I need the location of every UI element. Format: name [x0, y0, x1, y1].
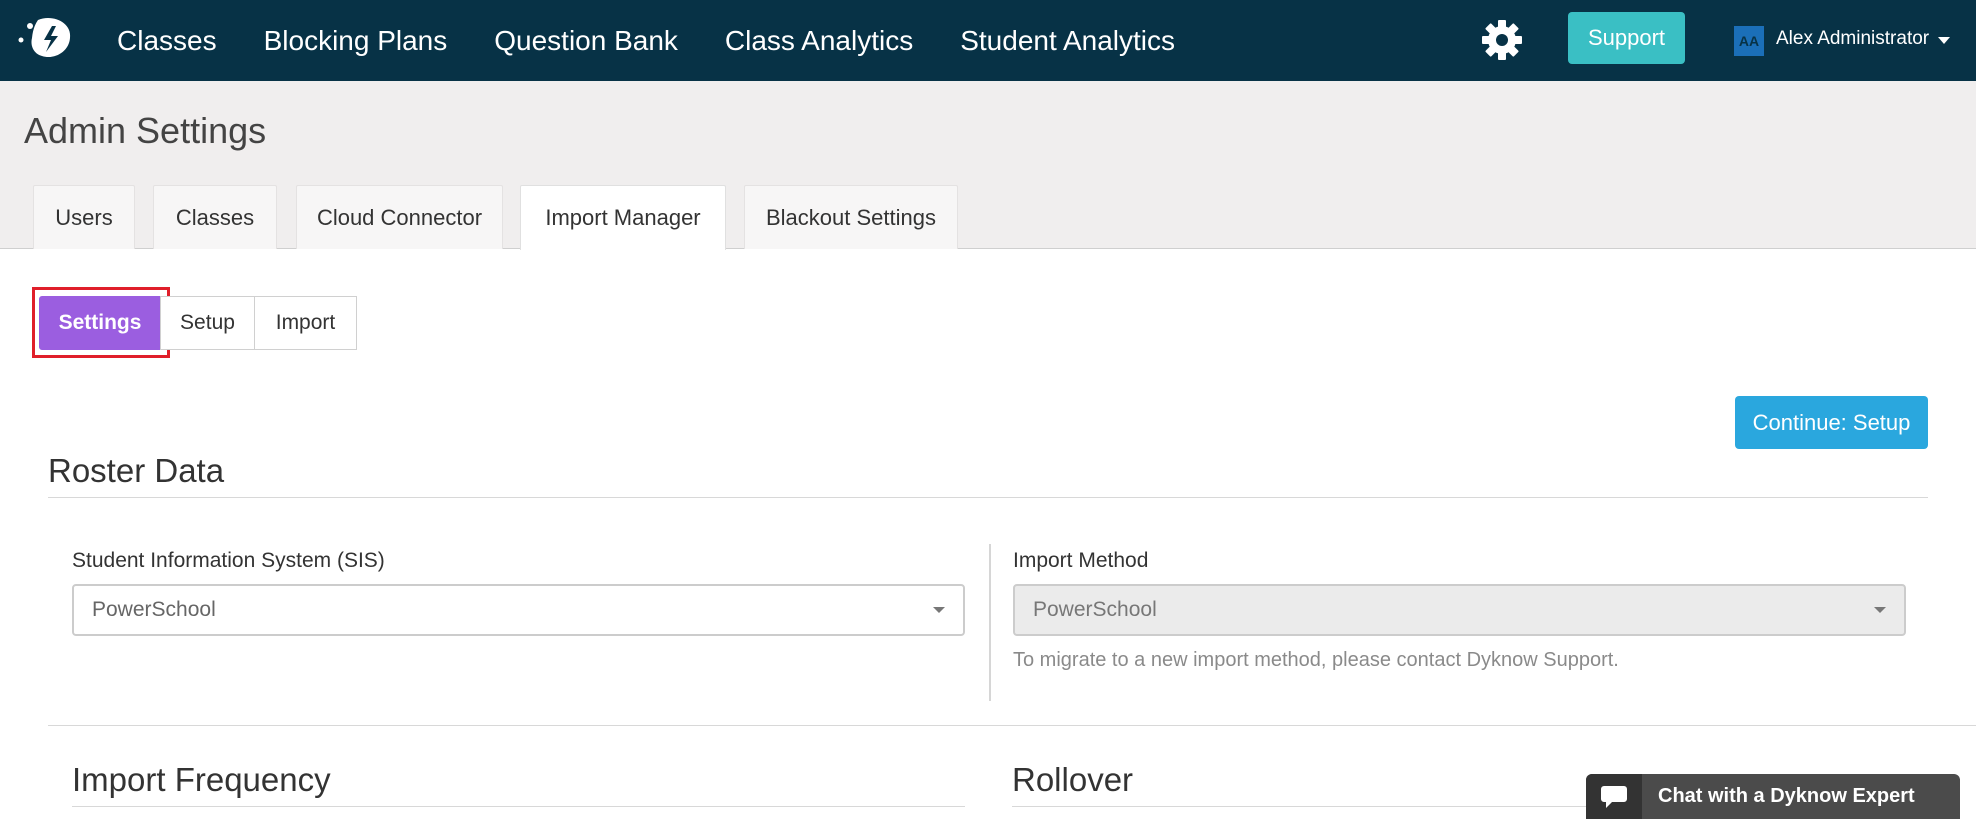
sis-select[interactable]: PowerSchool: [72, 584, 965, 636]
import-method-help: To migrate to a new import method, pleas…: [1013, 649, 1619, 671]
dyknow-logo-icon[interactable]: [18, 14, 74, 64]
section-divider: [48, 497, 1928, 498]
sis-label: Student Information System (SIS): [72, 549, 385, 572]
rollover-title: Rollover: [1012, 761, 1134, 798]
chat-widget[interactable]: Chat with a Dyknow Expert: [1586, 774, 1960, 819]
roster-data-title: Roster Data: [48, 452, 225, 489]
section-divider: [1012, 806, 1592, 807]
section-divider: [48, 725, 1976, 726]
top-navbar: Classes Blocking Plans Question Bank Cla…: [0, 0, 1976, 81]
gear-icon[interactable]: [1480, 18, 1524, 62]
chat-bubble-icon: [1586, 774, 1642, 819]
continue-setup-button[interactable]: Continue: Setup: [1735, 396, 1928, 449]
import-frequency-title: Import Frequency: [72, 761, 331, 798]
section-divider: [72, 806, 965, 807]
sis-select-value: PowerSchool: [92, 598, 216, 621]
nav-student-analytics[interactable]: Student Analytics: [960, 25, 1175, 57]
subtab-setup[interactable]: Setup: [160, 296, 255, 350]
tab-users[interactable]: Users: [33, 185, 135, 249]
nav-class-analytics[interactable]: Class Analytics: [725, 25, 913, 57]
subtab-import[interactable]: Import: [254, 296, 357, 350]
subtab-settings[interactable]: Settings: [39, 296, 161, 350]
tab-classes[interactable]: Classes: [153, 185, 277, 249]
chevron-down-icon: [933, 607, 945, 613]
chevron-down-icon: [1874, 607, 1886, 613]
import-method-select: PowerSchool: [1013, 584, 1906, 636]
import-subtabs: Settings Setup Import: [39, 296, 357, 350]
support-button[interactable]: Support: [1568, 12, 1685, 64]
column-divider: [989, 544, 991, 701]
import-method-value: PowerSchool: [1033, 598, 1157, 621]
nav-question-bank[interactable]: Question Bank: [494, 25, 678, 57]
user-menu[interactable]: Alex Administrator: [1776, 28, 1929, 50]
tab-blackout-settings[interactable]: Blackout Settings: [744, 185, 958, 249]
tab-import-manager[interactable]: Import Manager: [520, 185, 726, 250]
chevron-down-icon[interactable]: [1938, 37, 1950, 44]
avatar[interactable]: AA: [1734, 26, 1764, 56]
page-title: Admin Settings: [24, 110, 267, 151]
nav-classes[interactable]: Classes: [117, 25, 217, 57]
import-method-label: Import Method: [1013, 549, 1149, 572]
tab-cloud-connector[interactable]: Cloud Connector: [296, 185, 503, 249]
nav-blocking-plans[interactable]: Blocking Plans: [264, 25, 448, 57]
chat-label: Chat with a Dyknow Expert: [1658, 785, 1915, 807]
